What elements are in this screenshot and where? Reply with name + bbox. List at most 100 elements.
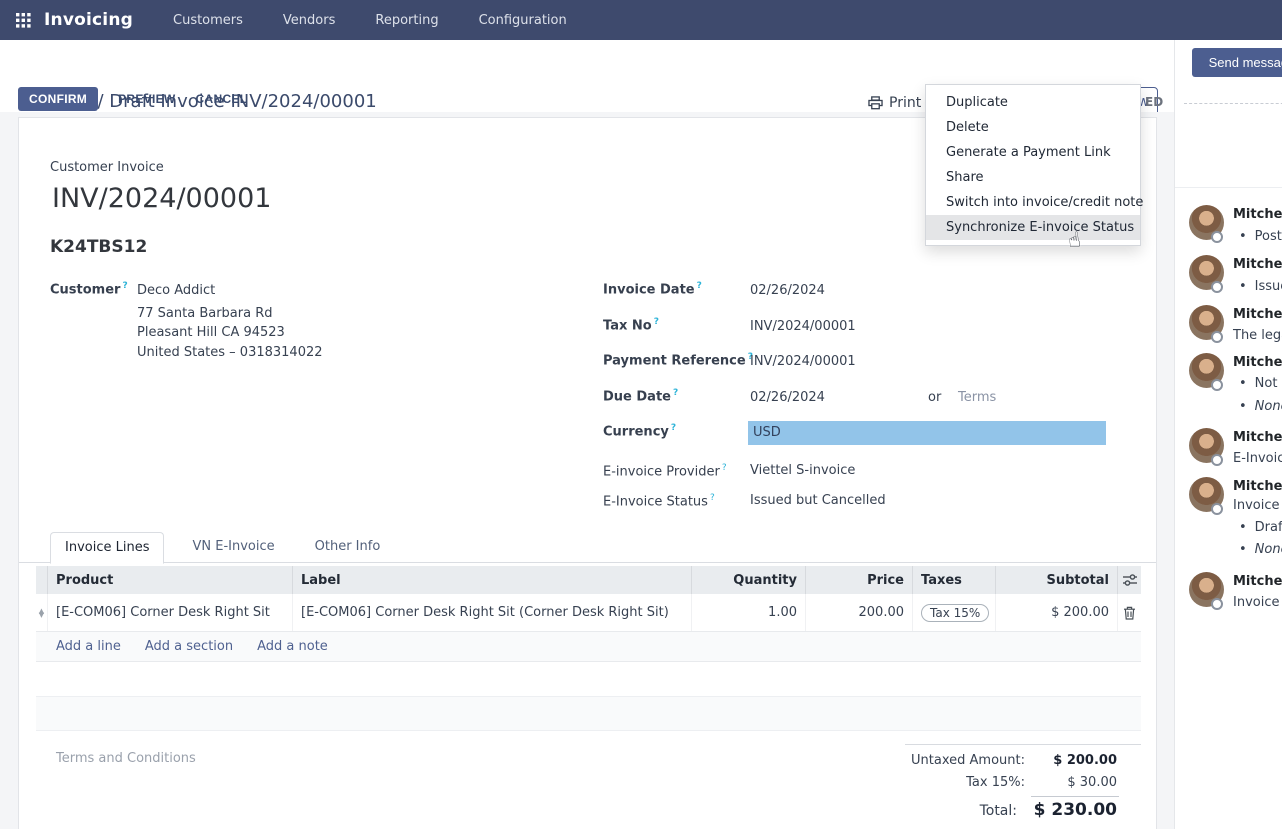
menu-item-duplicate[interactable]: Duplicate (926, 90, 1140, 115)
statusbar-buttons: CONFIRM PREVIEW CANCEL (18, 87, 247, 111)
payment-terms-link[interactable]: Terms (958, 390, 996, 405)
payment-reference-field[interactable]: INV/2024/00001 (750, 354, 856, 369)
top-navbar: Invoicing Customers Vendors Reporting Co… (0, 0, 1282, 40)
add-a-note-link[interactable]: Add a note (257, 639, 328, 654)
einvoice-provider-value: Viettel S-invoice (750, 463, 855, 478)
due-date-field[interactable]: 02/26/2024 (750, 390, 825, 405)
tax-badge[interactable]: Tax 15% (921, 604, 989, 622)
nav-item-customers[interactable]: Customers (173, 13, 243, 28)
avatar (1189, 572, 1224, 607)
message-line: Post (1239, 229, 1282, 244)
message-line: None (1239, 399, 1282, 414)
app-name[interactable]: Invoicing (44, 10, 133, 30)
menu-item-delete[interactable]: Delete (926, 115, 1140, 140)
message-line: Not (1239, 376, 1277, 391)
optional-columns-icon[interactable] (1118, 566, 1141, 594)
statusbar-state-fragment[interactable]: ED (1145, 95, 1163, 109)
avatar (1189, 255, 1224, 290)
untaxed-amount-value: $ 200.00 (1025, 753, 1117, 768)
row-drag-handle[interactable]: ▲▼ (36, 594, 48, 631)
add-a-line-link[interactable]: Add a line (56, 639, 121, 654)
add-a-section-link[interactable]: Add a section (145, 639, 233, 654)
presence-badge-icon (1211, 281, 1223, 293)
message-line: Invoice v (1233, 498, 1282, 513)
invoice-date-label: Invoice Date? (603, 281, 702, 297)
message-line: The lega (1233, 328, 1282, 343)
total-value: $ 230.00 (1017, 800, 1117, 820)
chatter-panel: Send message Mitchell Post Mitchell Issu… (1174, 40, 1282, 829)
printer-icon (868, 96, 883, 110)
table-header-row: Product Label Quantity Price Taxes Subto… (36, 566, 1141, 594)
customer-field[interactable]: Deco Addict (137, 283, 215, 298)
nav-item-vendors[interactable]: Vendors (283, 13, 335, 28)
message-line: None (1239, 542, 1282, 557)
cell-product[interactable]: [E-COM06] Corner Desk Right Sit (48, 594, 293, 631)
cell-quantity[interactable]: 1.00 (692, 594, 806, 631)
message-author: Mitchell (1233, 479, 1282, 494)
invoicing-app-window: Invoicing Customers Vendors Reporting Co… (0, 0, 1282, 829)
total-label: Total: (980, 803, 1017, 819)
cell-taxes: Tax 15% (913, 594, 996, 631)
nav-item-configuration[interactable]: Configuration (479, 13, 567, 28)
apps-grid-icon[interactable] (16, 12, 32, 28)
chatter-dashed-separator (1184, 103, 1282, 104)
message-author: Mitchell (1233, 574, 1282, 589)
einvoice-provider-help-icon: ? (722, 463, 727, 473)
invoice-date-field[interactable]: 02/26/2024 (750, 283, 825, 298)
totals-top-border (905, 744, 1141, 745)
einvoice-provider-label: E-invoice Provider? (603, 463, 727, 479)
header-handle-cell (36, 566, 48, 594)
invoice-code: K24TBS12 (50, 237, 147, 257)
cell-price[interactable]: 200.00 (806, 594, 913, 631)
message-line: E-Invoice (1233, 451, 1282, 466)
einvoice-status-label: E-Invoice Status? (603, 493, 715, 509)
terms-and-conditions-placeholder[interactable]: Terms and Conditions (56, 751, 196, 766)
message-line: Draf (1239, 520, 1282, 535)
column-header-label: Label (293, 566, 692, 594)
column-header-price: Price (806, 566, 913, 594)
column-header-quantity: Quantity (692, 566, 806, 594)
column-header-taxes: Taxes (913, 566, 996, 594)
tax-label: Tax 15%: (966, 775, 1025, 790)
due-date-label: Due Date? (603, 388, 678, 404)
presence-badge-icon (1211, 379, 1223, 391)
untaxed-amount-row: Untaxed Amount: $ 200.00 (880, 753, 1117, 768)
avatar (1189, 353, 1224, 388)
empty-row (36, 697, 1141, 731)
message-author: Mitchell (1233, 257, 1282, 272)
confirm-button[interactable]: CONFIRM (18, 87, 98, 111)
tab-vn-einvoice[interactable]: VN E-Invoice (178, 532, 288, 564)
menu-item-synchronize-einvoice-status[interactable]: Synchronize E-invoice Status (926, 215, 1140, 240)
menu-item-generate-payment-link[interactable]: Generate a Payment Link (926, 140, 1140, 165)
presence-badge-icon (1211, 231, 1223, 243)
nav-menu: Customers Vendors Reporting Configuratio… (173, 13, 567, 28)
invoice-lines-table: Product Label Quantity Price Taxes Subto… (36, 566, 1141, 731)
message-line: Issue (1239, 279, 1282, 294)
customer-address-line-3: United States – 0318314022 (137, 345, 323, 360)
total-row: Total: $ 230.00 (880, 800, 1117, 820)
avatar (1189, 205, 1224, 240)
menu-item-switch-invoice-credit-note[interactable]: Switch into invoice/credit note (926, 190, 1140, 215)
invoice-number: INV/2024/00001 (52, 183, 271, 214)
tab-invoice-lines[interactable]: Invoice Lines (50, 532, 164, 564)
cancel-button[interactable]: CANCEL (196, 92, 248, 106)
column-header-product: Product (48, 566, 293, 594)
tax-no-field[interactable]: INV/2024/00001 (750, 319, 856, 334)
send-message-button[interactable]: Send message (1192, 48, 1282, 77)
tax-row: Tax 15%: $ 30.00 (880, 775, 1117, 790)
tax-no-label: Tax No? (603, 317, 659, 333)
preview-button[interactable]: PREVIEW (118, 92, 175, 106)
currency-label: Currency? (603, 423, 676, 439)
tab-other-info[interactable]: Other Info (301, 532, 395, 564)
delete-line-icon[interactable] (1118, 594, 1141, 631)
avatar (1189, 477, 1224, 512)
nav-item-reporting[interactable]: Reporting (375, 13, 438, 28)
menu-item-share[interactable]: Share (926, 165, 1140, 190)
avatar (1189, 428, 1224, 463)
currency-field[interactable]: USD (748, 421, 1106, 445)
einvoice-status-help-icon: ? (710, 493, 715, 503)
tax-value: $ 30.00 (1025, 775, 1117, 790)
invoice-date-help-icon: ? (697, 281, 702, 291)
cell-label[interactable]: [E-COM06] Corner Desk Right Sit (Corner … (293, 594, 692, 631)
message-author: Mitchell (1233, 207, 1282, 222)
